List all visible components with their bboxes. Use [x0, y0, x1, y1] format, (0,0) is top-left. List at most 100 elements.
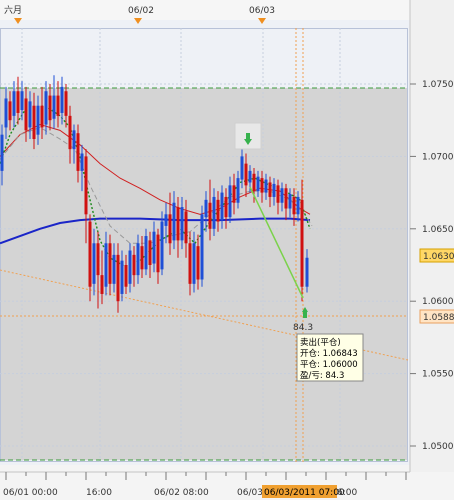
price-tick-label: 1.0750 [422, 80, 454, 90]
candle-body [104, 243, 108, 287]
tooltip-pnl: 盈/亏: 84.3 [300, 371, 344, 381]
price-tick-label: 1.0500 [422, 442, 454, 452]
candle-body [12, 91, 16, 116]
candle-body [120, 260, 124, 294]
candle-body [244, 163, 248, 186]
candle-body [20, 91, 24, 111]
candle-body [172, 202, 176, 241]
candle-body [252, 173, 256, 192]
candle-body [28, 101, 32, 128]
candle-body [284, 188, 288, 209]
candle-body [156, 234, 160, 273]
chart-window[interactable]: 84.3 卖出(平仓) 开仓: 1.06843 平仓: 1.06000 盈/亏:… [0, 0, 454, 500]
price-chart[interactable]: 84.3 卖出(平仓) 开仓: 1.06843 平仓: 1.06000 盈/亏:… [0, 0, 454, 500]
candle-body [108, 243, 112, 284]
candle-body [160, 221, 164, 270]
top-axis-strip [0, 0, 410, 20]
candle-body [112, 254, 116, 284]
candle-body [88, 221, 92, 287]
candle-body [296, 196, 300, 215]
price-tick-label: 1.0600 [422, 297, 454, 307]
shaded-band [0, 88, 408, 460]
candle-body [192, 243, 196, 284]
time-axis-label: 06/01 00:00 [3, 488, 58, 498]
candle-body [4, 98, 8, 128]
candle-body [300, 199, 304, 287]
time-axis-label: 06/02 08:00 [154, 488, 209, 498]
candle-body [268, 182, 272, 197]
candle-body [124, 265, 128, 287]
candle-body [280, 188, 284, 203]
time-cursor-label: 06/03/2011 07:00 [264, 488, 345, 498]
top-axis-label: 06/02 [128, 6, 154, 16]
candle-body [84, 156, 88, 215]
candle-body [168, 214, 172, 244]
candle-body [100, 275, 104, 294]
candle-body [272, 183, 276, 197]
candle-body [16, 91, 20, 113]
candle-body [24, 98, 28, 131]
current-price-label: 1.06306 [423, 252, 454, 262]
candle-body [36, 105, 40, 135]
time-axis-label: 06/03 [237, 488, 263, 498]
candle-body [305, 257, 309, 287]
candle-body [60, 86, 64, 113]
candle-body [136, 243, 140, 276]
candle-body [140, 246, 144, 270]
candle-body [44, 91, 48, 125]
candle-body [152, 231, 156, 264]
candle-body [176, 207, 180, 241]
candle-body [256, 176, 260, 192]
candle-body [184, 211, 188, 244]
candle-body [188, 243, 192, 284]
candle-body [64, 91, 68, 116]
time-axis-label: 16:00 [86, 488, 112, 498]
price-tick-label: 1.0550 [422, 370, 454, 380]
price-tick-label: 1.0650 [422, 225, 454, 235]
candle-body [208, 202, 212, 229]
time-axis-panel [0, 472, 454, 500]
candle-body [220, 192, 224, 221]
candle-body [144, 236, 148, 270]
time-axis-label: 6:00 [337, 488, 357, 498]
pips-label: 84.3 [293, 323, 313, 333]
candle-body [216, 199, 220, 222]
candle-body [224, 196, 228, 218]
candle-body [116, 254, 120, 302]
candle-body [180, 207, 184, 241]
top-axis-label: 六月 [4, 4, 22, 16]
candle-body [92, 243, 96, 284]
candle-body [292, 196, 296, 215]
candle-body [32, 105, 36, 140]
candle-body [240, 156, 244, 180]
candle-body [264, 179, 268, 193]
candle-body [40, 105, 44, 128]
candle-body [232, 185, 236, 203]
candle-body [276, 185, 280, 203]
candle-body [0, 134, 4, 171]
candle-body [128, 250, 132, 284]
candle-body [72, 130, 76, 150]
candle-body [212, 196, 216, 229]
candle-body [260, 178, 264, 193]
candle-body [148, 240, 152, 265]
candle-body [248, 170, 252, 183]
candle-body [76, 133, 80, 171]
top-axis-label: 06/03 [249, 6, 275, 16]
candle-body [236, 178, 240, 203]
candle-body [204, 199, 208, 218]
candle-body [8, 101, 12, 121]
price-tick-label: 1.0700 [422, 152, 454, 162]
candle-body [196, 246, 200, 280]
tooltip-open: 开仓: 1.06843 [300, 348, 358, 359]
tooltip-close: 平仓: 1.06000 [300, 359, 358, 370]
candle-body [164, 214, 168, 226]
candle-body [52, 95, 56, 119]
candle-body [228, 185, 232, 218]
level-price-label: 1.05884 [423, 313, 454, 323]
candle-body [68, 115, 72, 150]
candle-body [288, 194, 292, 209]
candle-body [200, 214, 204, 280]
candle-body [80, 153, 84, 171]
trade-tooltip: 卖出(平仓) 开仓: 1.06843 平仓: 1.06000 盈/亏: 84.3 [296, 333, 364, 382]
